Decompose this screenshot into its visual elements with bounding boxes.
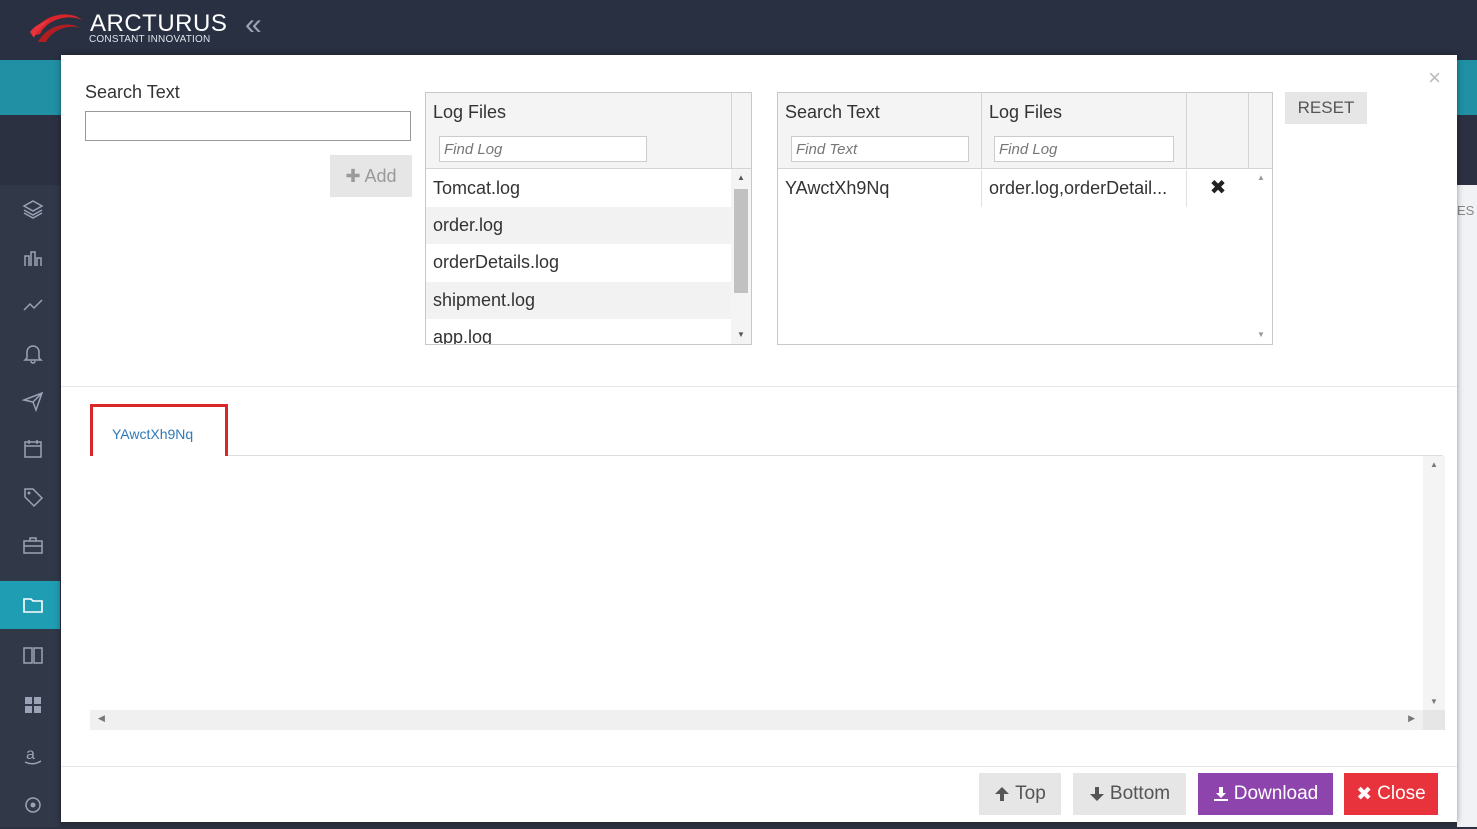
folder-icon <box>23 598 43 613</box>
scroll-top-label: Top <box>1015 783 1046 804</box>
log-files-grid: Log Files Tomcat.log order.log orderDeta… <box>425 92 752 345</box>
arrow-down-icon <box>1089 787 1104 801</box>
log-files-grid-header-spacer <box>731 93 751 169</box>
sidebar-item-settings[interactable] <box>0 781 60 829</box>
find-log-filter-input[interactable] <box>439 136 647 162</box>
delete-row-icon[interactable]: ✖ <box>1187 170 1249 207</box>
sidebar-item-briefcase[interactable] <box>0 521 60 569</box>
close-button[interactable]: ✖ Close <box>1344 773 1438 815</box>
sidebar-item-book[interactable] <box>0 631 60 679</box>
book-icon <box>23 647 43 664</box>
paper-plane-icon <box>22 391 44 412</box>
log-files-grid-header: Log Files <box>426 93 731 169</box>
tag-icon <box>24 488 44 508</box>
download-label: Download <box>1233 783 1319 804</box>
saved-searches-grid: Search Text Log Files YAwctXh9Nq order.l… <box>777 92 1273 345</box>
add-button[interactable]: ✚ Add <box>330 155 412 197</box>
scroll-left-icon[interactable]: ◀ <box>98 713 105 724</box>
log-file-row[interactable]: orderDetails.log <box>426 244 731 281</box>
scrollbar-thumb[interactable] <box>734 189 748 293</box>
result-tab[interactable]: YAwctXh9Nq <box>90 404 228 460</box>
actions-column-header <box>1187 93 1249 169</box>
log-file-row[interactable]: order.log <box>426 207 731 244</box>
log-output-area[interactable] <box>90 456 1445 731</box>
sidebar-item-calendar[interactable] <box>0 425 60 473</box>
scroll-top-button[interactable]: Top <box>979 773 1061 815</box>
svg-text:a: a <box>26 746 35 763</box>
log-files-scrollbar[interactable]: ▲ ▼ <box>731 169 751 344</box>
sidebar-item-line-chart[interactable] <box>0 281 60 329</box>
log-output-horizontal-scrollbar[interactable]: ◀ ▶ <box>90 710 1423 730</box>
scroll-down-icon[interactable]: ▼ <box>1423 697 1445 706</box>
top-navbar: ARCTURUS CONSTANT INNOVATION « <box>0 0 1477 60</box>
saved-grid-header-spacer <box>1249 93 1272 169</box>
log-files-column: Log Files <box>982 93 1187 169</box>
line-chart-icon <box>23 299 43 311</box>
layers-icon <box>22 200 44 219</box>
sidebar-item-bar-chart[interactable] <box>0 233 60 281</box>
sidebar: a <box>0 185 60 827</box>
scroll-bottom-label: Bottom <box>1109 783 1171 804</box>
search-text-label: Search Text <box>85 82 180 102</box>
search-text-column: Search Text <box>778 93 982 169</box>
background-page-text: ES <box>1457 203 1475 218</box>
sidebar-item-tags[interactable] <box>0 473 60 521</box>
close-icon: ✖ <box>1356 783 1373 805</box>
result-tab-label: YAwctXh9Nq <box>112 426 194 442</box>
saved-find-log-filter-input[interactable] <box>994 136 1174 162</box>
scrollbar-corner <box>1423 710 1445 730</box>
bar-chart-icon <box>24 251 42 266</box>
log-file-row[interactable]: Tomcat.log <box>426 170 731 207</box>
scroll-up-icon[interactable]: ▲ <box>1251 171 1271 185</box>
search-logs-modal: × Search Text ✚ Add Log Files Tomcat.log… <box>61 55 1457 822</box>
arrow-up-icon <box>995 787 1010 801</box>
footer-divider <box>61 766 1457 767</box>
plus-icon: ✚ <box>345 165 361 186</box>
sidebar-item-grid[interactable] <box>0 681 60 729</box>
scroll-up-icon[interactable]: ▲ <box>731 171 751 185</box>
calendar-icon <box>24 440 42 458</box>
reset-button[interactable]: RESET <box>1285 92 1367 124</box>
log-files-column-header[interactable]: Log Files <box>433 102 506 123</box>
search-text-input[interactable] <box>85 111 411 141</box>
arcturus-swoosh-icon <box>30 14 82 42</box>
saved-log-files-cell[interactable]: order.log,orderDetail... <box>982 170 1187 207</box>
download-icon <box>1213 787 1228 801</box>
sidebar-item-layers[interactable] <box>0 185 60 233</box>
collapse-sidebar-icon[interactable]: « <box>245 8 262 42</box>
sidebar-item-send[interactable] <box>0 377 60 425</box>
saved-search-text-cell[interactable]: YAwctXh9Nq <box>778 170 982 207</box>
scroll-down-icon[interactable]: ▼ <box>1251 328 1271 342</box>
log-output-vertical-scrollbar[interactable]: ▲ ▼ <box>1423 456 1445 710</box>
bell-icon <box>23 345 43 364</box>
brand-tagline: CONSTANT INNOVATION <box>89 34 211 45</box>
scroll-bottom-button[interactable]: Bottom <box>1073 773 1186 815</box>
sidebar-item-alerts[interactable] <box>0 329 60 377</box>
scroll-up-icon[interactable]: ▲ <box>1423 460 1445 469</box>
section-divider <box>61 386 1457 387</box>
log-file-row[interactable]: app.log <box>426 319 731 344</box>
sidebar-item-logs[interactable] <box>0 581 60 629</box>
amazon-icon: a <box>24 746 42 765</box>
add-button-label: Add <box>364 165 397 186</box>
download-button[interactable]: Download <box>1198 773 1333 815</box>
background-page-strip: ES <box>1457 185 1477 827</box>
sidebar-item-amazon[interactable]: a <box>0 731 60 779</box>
scroll-down-icon[interactable]: ▼ <box>731 328 751 342</box>
scroll-right-icon[interactable]: ▶ <box>1408 713 1415 724</box>
settings-icon <box>25 797 41 813</box>
log-file-row[interactable]: shipment.log <box>426 282 731 319</box>
arcturus-logo[interactable]: ARCTURUS CONSTANT INNOVATION <box>28 6 227 52</box>
close-label: Close <box>1377 783 1426 804</box>
saved-grid-scrollbar[interactable]: ▲ ▼ <box>1251 169 1271 344</box>
search-text-column-header[interactable]: Search Text <box>785 102 880 123</box>
modal-close-icon[interactable]: × <box>1428 65 1441 91</box>
briefcase-icon <box>23 537 43 554</box>
grid-icon <box>25 697 41 713</box>
saved-log-files-column-header[interactable]: Log Files <box>989 102 1062 123</box>
find-text-filter-input[interactable] <box>791 136 969 162</box>
